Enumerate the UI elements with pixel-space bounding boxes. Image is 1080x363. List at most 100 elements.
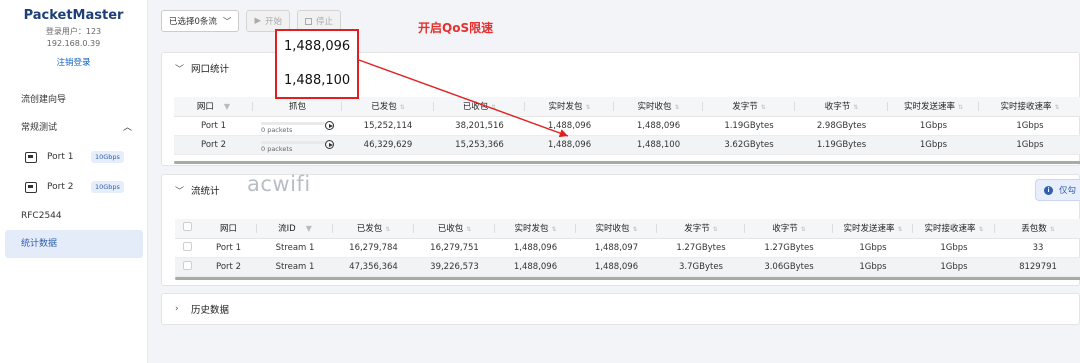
sort-icon: ⇅ <box>957 104 964 112</box>
sort-icon: ⇅ <box>712 226 718 234</box>
logout-link[interactable]: 注销登录 <box>56 56 90 68</box>
rx-rate-cell: 1Gbps <box>913 238 995 258</box>
horizontal-scrollbar[interactable] <box>174 161 1080 164</box>
column-header[interactable]: 实时接收速率 ⇅ <box>979 97 1080 117</box>
sort-icon: ⇅ <box>466 226 472 234</box>
port-cell: Port 2 <box>174 135 253 155</box>
callout-value-bottom: 1,488,100 <box>284 73 351 88</box>
rt-recv-cell: 1,488,097 <box>576 238 657 258</box>
table-row: Port 2 0 packets 46,329,629 15,253,366 1… <box>174 135 1080 155</box>
capture-count: 0 packets <box>261 125 293 134</box>
chevron-up-icon: ︿ <box>122 123 132 133</box>
chevron-down-icon: ﹀ <box>175 64 185 75</box>
column-header[interactable]: 丢包数 ⇅ <box>995 219 1080 239</box>
filter-icon[interactable]: ▼ <box>224 102 230 111</box>
sort-icon: ⇅ <box>399 104 405 112</box>
capture-progress <box>261 121 325 125</box>
sidebar-nav: 流创建向导 常规测试 ︿ Port 1 10Gbps Port 2 10Gbps… <box>0 86 148 258</box>
port-label: Port 1 <box>47 152 74 162</box>
sent-cell: 15,252,114 <box>342 116 434 136</box>
column-header[interactable]: 网口 ▼ <box>174 97 253 117</box>
sort-icon: ⇅ <box>674 104 680 112</box>
column-header[interactable]: 发字节 ⇅ <box>703 97 795 117</box>
filter-icon[interactable]: ▼ <box>306 224 312 233</box>
table-header-row: 网口 流ID ▼ 已发包 ⇅ 已收包 ⇅ 实时发包 ⇅ 实时收包 ⇅ 发字节 ⇅ 收字节 ⇅ … <box>175 219 1080 239</box>
stream-select[interactable]: 已选择0条流 ﹀ <box>161 10 240 32</box>
only-checked-button[interactable]: i 仅勾 <box>1035 179 1080 201</box>
tx-bytes-cell: 1.19GBytes <box>703 116 795 136</box>
column-header[interactable]: 已发包 ⇅ <box>342 97 434 117</box>
table-row: Port 1 Stream 1 16,279,784 16,279,751 1,… <box>175 238 1080 258</box>
history-panel: › 历史数据 <box>161 293 1080 325</box>
history-header[interactable]: › 历史数据 <box>162 294 1079 324</box>
column-header[interactable]: 已收包 ⇅ <box>414 219 495 239</box>
sidebar: PacketMaster 登录用户：123 192.168.0.39 注销登录 … <box>0 0 148 363</box>
sort-icon: ⇅ <box>897 226 903 234</box>
sent-cell: 16,279,784 <box>333 238 414 258</box>
recv-cell: 15,253,366 <box>434 135 525 155</box>
chevron-down-icon: ﹀ <box>175 186 185 197</box>
sidebar-item-rfc2544[interactable]: RFC2544 <box>0 202 148 230</box>
sort-icon: ⇅ <box>760 104 766 112</box>
sidebar-item-wizard[interactable]: 流创建向导 <box>0 86 148 114</box>
table-row: Port 1 0 packets 15,252,114 38,201,516 1… <box>174 116 1080 136</box>
rt-recv-cell: 1,488,096 <box>614 116 703 136</box>
column-header[interactable]: 已发包 ⇅ <box>333 219 414 239</box>
sort-icon: ⇅ <box>585 104 591 112</box>
sidebar-item-port-2[interactable]: Port 2 10Gbps <box>0 172 148 202</box>
sidebar-item-port-1[interactable]: Port 1 10Gbps <box>0 142 148 172</box>
capture-count: 0 packets <box>261 144 293 153</box>
tx-rate-cell: 1Gbps <box>888 116 979 136</box>
sort-icon: ⇅ <box>1049 226 1055 234</box>
rt-sent-cell: 1,488,096 <box>495 257 576 277</box>
stop-label: 停止 <box>316 17 334 27</box>
rt-sent-cell: 1,488,096 <box>495 238 576 258</box>
column-header[interactable]: 实时发包 ⇅ <box>525 97 614 117</box>
capture-play-icon[interactable] <box>325 121 334 130</box>
panel-title: 网口统计 <box>191 64 230 75</box>
column-header[interactable]: 实时收包 ⇅ <box>576 219 657 239</box>
table-row: Port 2 Stream 1 47,356,364 39,226,573 1,… <box>175 257 1080 277</box>
tx-bytes-cell: 3.7GBytes <box>657 257 745 277</box>
column-header[interactable]: 收字节 ⇅ <box>745 219 833 239</box>
horizontal-scrollbar[interactable] <box>175 277 1080 280</box>
rt-recv-cell: 1,488,100 <box>614 135 703 155</box>
start-label: 开始 <box>264 17 282 27</box>
only-checked-label: 仅勾 <box>1059 186 1077 196</box>
sort-icon: ⇅ <box>632 226 638 234</box>
row-checkbox[interactable] <box>175 238 200 258</box>
speed-badge: 10Gbps <box>91 151 124 163</box>
sort-icon: ⇅ <box>491 104 497 112</box>
column-header[interactable]: 实时收包 ⇅ <box>614 97 703 117</box>
rx-bytes-cell: 1.27GBytes <box>745 238 833 258</box>
column-header[interactable]: 实时发包 ⇅ <box>495 219 576 239</box>
chevron-down-icon: ﹀ <box>222 17 232 27</box>
column-header[interactable]: 收字节 ⇅ <box>795 97 888 117</box>
column-header[interactable]: 流ID ▼ <box>257 219 333 239</box>
info-icon: i <box>1044 185 1053 195</box>
tx-bytes-cell: 3.62GBytes <box>703 135 795 155</box>
capture-play-icon[interactable] <box>325 140 334 149</box>
tx-rate-cell: 1Gbps <box>833 238 913 258</box>
panel-title: 流统计 <box>191 186 220 197</box>
sort-icon: ⇅ <box>551 226 557 234</box>
rx-bytes-cell: 3.06GBytes <box>745 257 833 277</box>
sidebar-item-regular-test[interactable]: 常规测试 ︿ <box>0 114 148 142</box>
column-header[interactable]: 发字节 ⇅ <box>657 219 745 239</box>
column-header[interactable]: 实时发送速率 ⇅ <box>833 219 913 239</box>
speed-badge: 10Gbps <box>91 181 124 193</box>
column-header[interactable]: 实时发送速率 ⇅ <box>888 97 979 117</box>
row-checkbox[interactable] <box>175 257 200 277</box>
sidebar-item-statistics[interactable]: 统计数据 <box>5 230 143 258</box>
column-header[interactable]: 实时接收速率 ⇅ <box>913 219 995 239</box>
capture-progress <box>261 140 325 144</box>
stream-select-value: 已选择0条流 <box>169 17 217 27</box>
ethernet-port-icon <box>25 181 37 193</box>
flow-id-cell: Stream 1 <box>257 238 333 258</box>
port-cell: Port 2 <box>200 257 257 277</box>
select-all-checkbox[interactable] <box>175 219 200 239</box>
play-icon: ▶ <box>254 16 261 26</box>
rx-rate-cell: 1Gbps <box>979 135 1080 155</box>
column-header[interactable]: 已收包 ⇅ <box>434 97 525 117</box>
loss-cell: 33 <box>995 238 1080 258</box>
